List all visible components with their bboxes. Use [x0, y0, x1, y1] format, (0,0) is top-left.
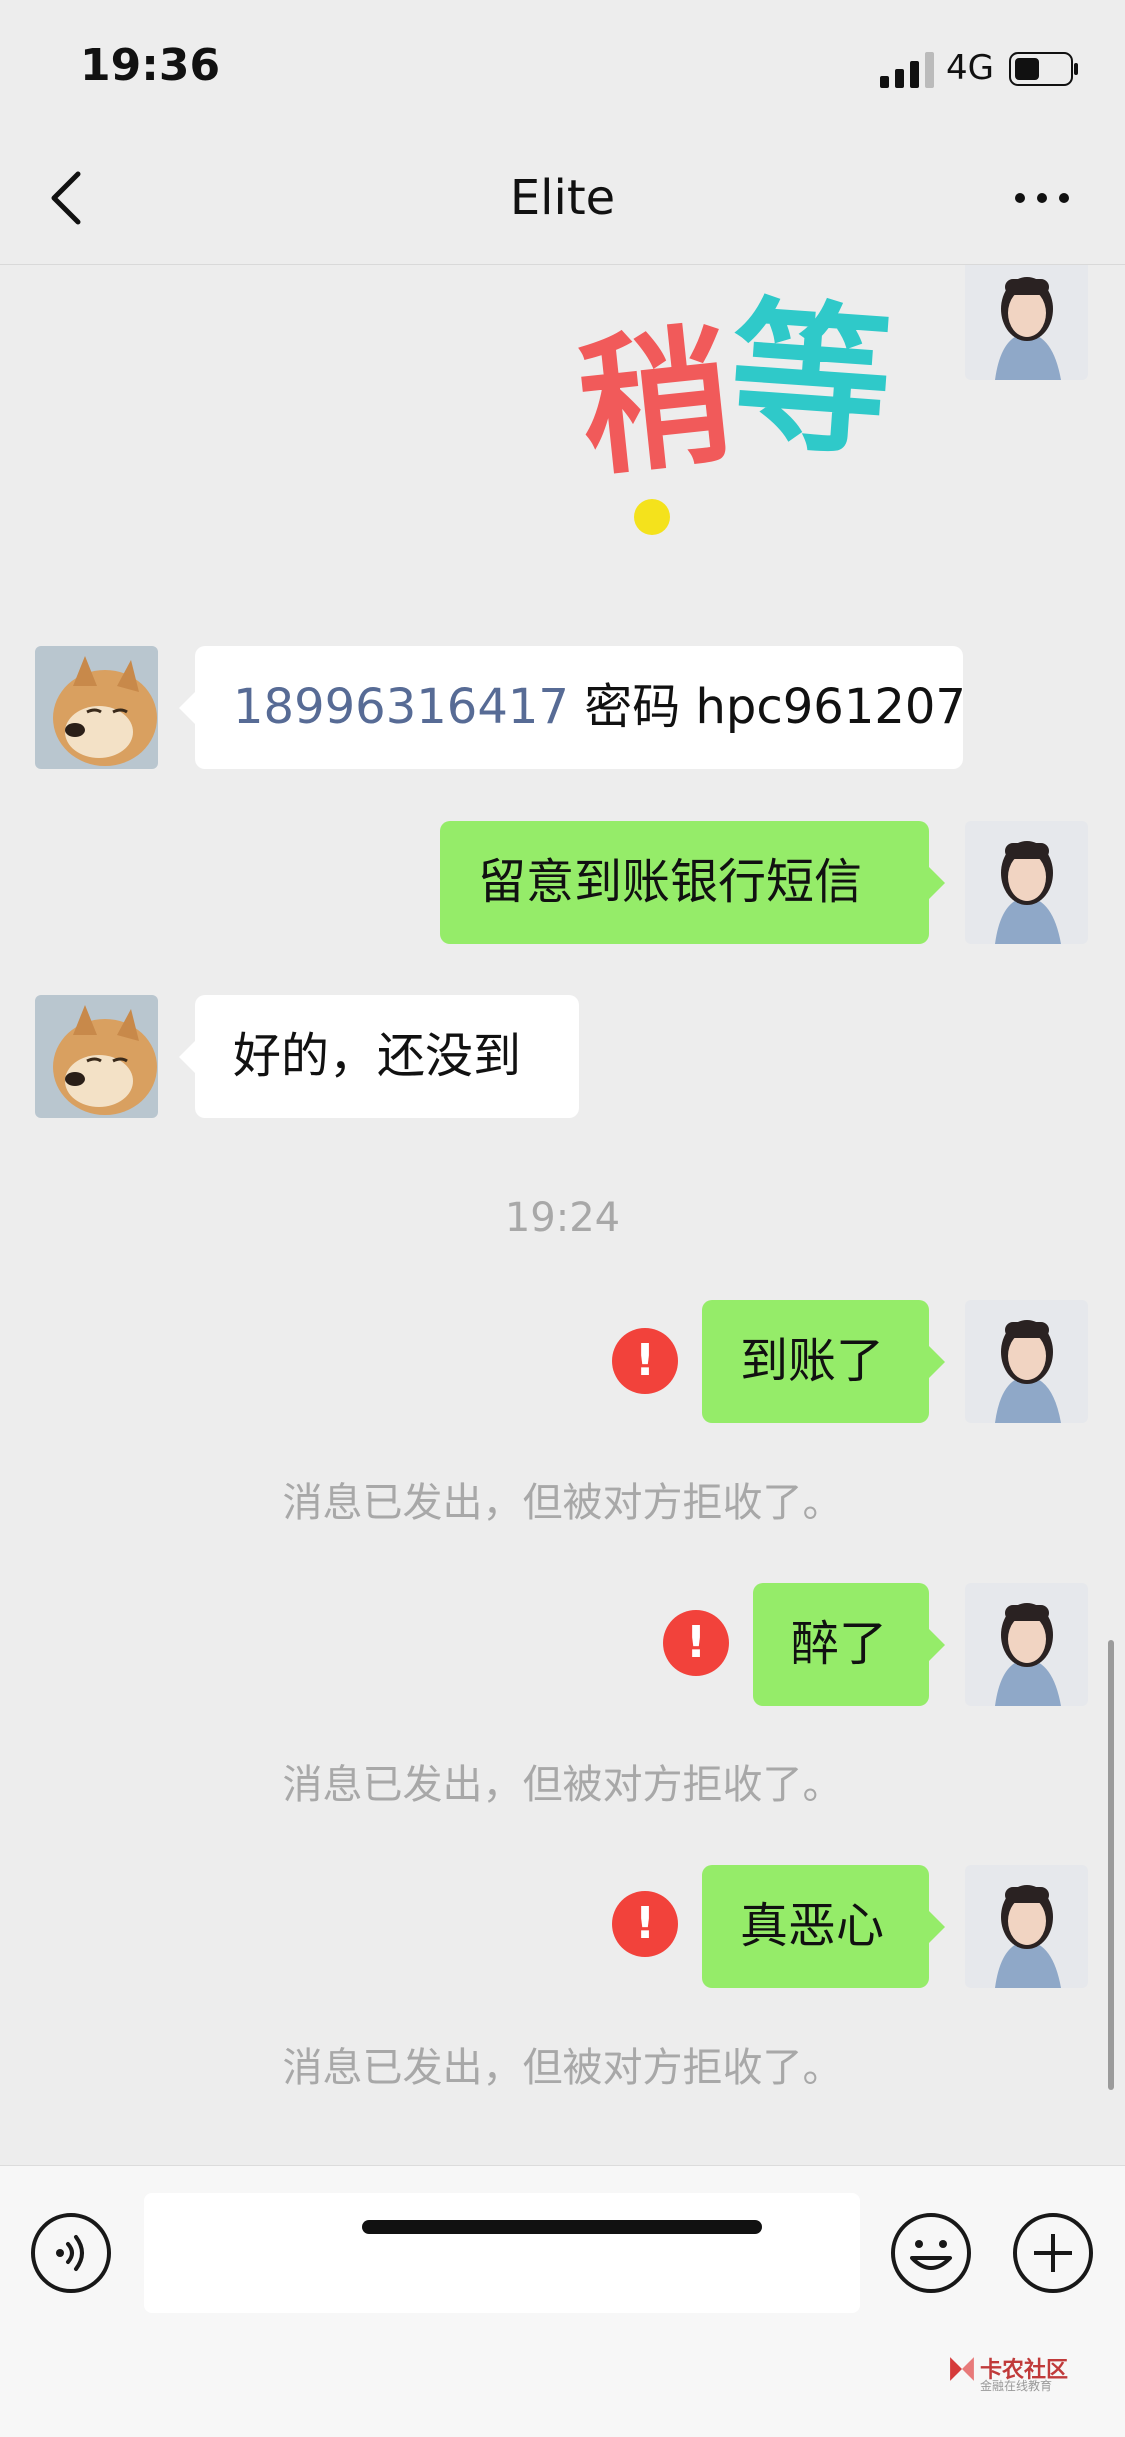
chat-area[interactable]: 稍 等 18996316417 密码 hpc961207 留意到账银行短信 好的… — [0, 265, 1125, 2165]
girl-avatar-icon — [965, 1300, 1088, 1423]
sticker-char-right: 等 — [724, 281, 897, 479]
emoji-icon[interactable] — [890, 2212, 972, 2294]
girl-avatar-icon — [965, 265, 1088, 380]
chat-scrollbar[interactable] — [1108, 1640, 1114, 2090]
message-bubble-sent[interactable]: 到账了 — [702, 1300, 945, 1423]
wait-sticker[interactable]: 稍 等 — [560, 265, 940, 555]
status-time: 19:36 — [80, 40, 221, 91]
rejected-notice: 消息已发出，但被对方拒收了。 — [282, 1480, 843, 1526]
girl-avatar-icon — [965, 821, 1088, 944]
battery-icon — [1009, 52, 1078, 86]
message-text: 真恶心 — [740, 1898, 885, 1954]
status-bar: 19:36 4G — [0, 0, 1125, 132]
watermark-subtitle: 金融在线教育 — [980, 2379, 1053, 2393]
message-bubble-sent[interactable]: 醉了 — [753, 1583, 945, 1706]
voice-icon[interactable] — [30, 2212, 112, 2294]
chat-title: Elite — [509, 170, 616, 226]
phone-number-link[interactable]: 18996316417 — [233, 679, 569, 735]
my-avatar[interactable] — [965, 821, 1088, 944]
more-icon[interactable] — [1012, 188, 1072, 208]
plus-icon[interactable] — [1012, 2212, 1094, 2294]
message-bubble-sent[interactable]: 真恶心 — [702, 1865, 945, 1988]
message-text: 好的，还没到 — [233, 1028, 522, 1084]
send-failed-icon[interactable]: ! — [612, 1891, 678, 1957]
sticker-char-left: 稍 — [571, 309, 738, 498]
contact-avatar[interactable] — [35, 995, 158, 1118]
my-avatar[interactable] — [965, 1865, 1088, 1988]
message-text: 密码 hpc961207 — [568, 679, 966, 735]
dog-avatar-icon — [35, 646, 158, 769]
time-separator: 19:24 — [504, 1195, 621, 1241]
rejected-notice: 消息已发出，但被对方拒收了。 — [282, 2045, 843, 2091]
message-input[interactable] — [144, 2193, 860, 2313]
message-bubble-received[interactable]: 18996316417 密码 hpc961207 — [179, 646, 966, 769]
input-bar — [0, 2165, 1125, 2437]
my-avatar[interactable] — [965, 1300, 1088, 1423]
watermark-logo-icon — [950, 2357, 974, 2381]
dog-avatar-icon — [35, 995, 158, 1118]
send-failed-icon[interactable]: ! — [612, 1328, 678, 1394]
my-avatar[interactable] — [965, 1583, 1088, 1706]
rejected-notice: 消息已发出，但被对方拒收了。 — [282, 1762, 843, 1808]
network-type: 4G — [946, 48, 994, 88]
message-text: 到账了 — [740, 1333, 885, 1389]
girl-avatar-icon — [965, 1583, 1088, 1706]
contact-avatar[interactable] — [35, 646, 158, 769]
home-indicator[interactable] — [362, 2220, 762, 2234]
signal-icon — [880, 52, 934, 88]
girl-avatar-icon — [965, 1865, 1088, 1988]
message-text: 醉了 — [791, 1616, 888, 1672]
message-bubble-received[interactable]: 好的，还没到 — [179, 995, 579, 1118]
nav-bar: Elite — [0, 132, 1125, 265]
send-failed-icon[interactable]: ! — [663, 1610, 729, 1676]
message-text: 留意到账银行短信 — [478, 854, 863, 910]
my-avatar[interactable] — [965, 265, 1088, 380]
message-bubble-sent[interactable]: 留意到账银行短信 — [440, 821, 945, 944]
